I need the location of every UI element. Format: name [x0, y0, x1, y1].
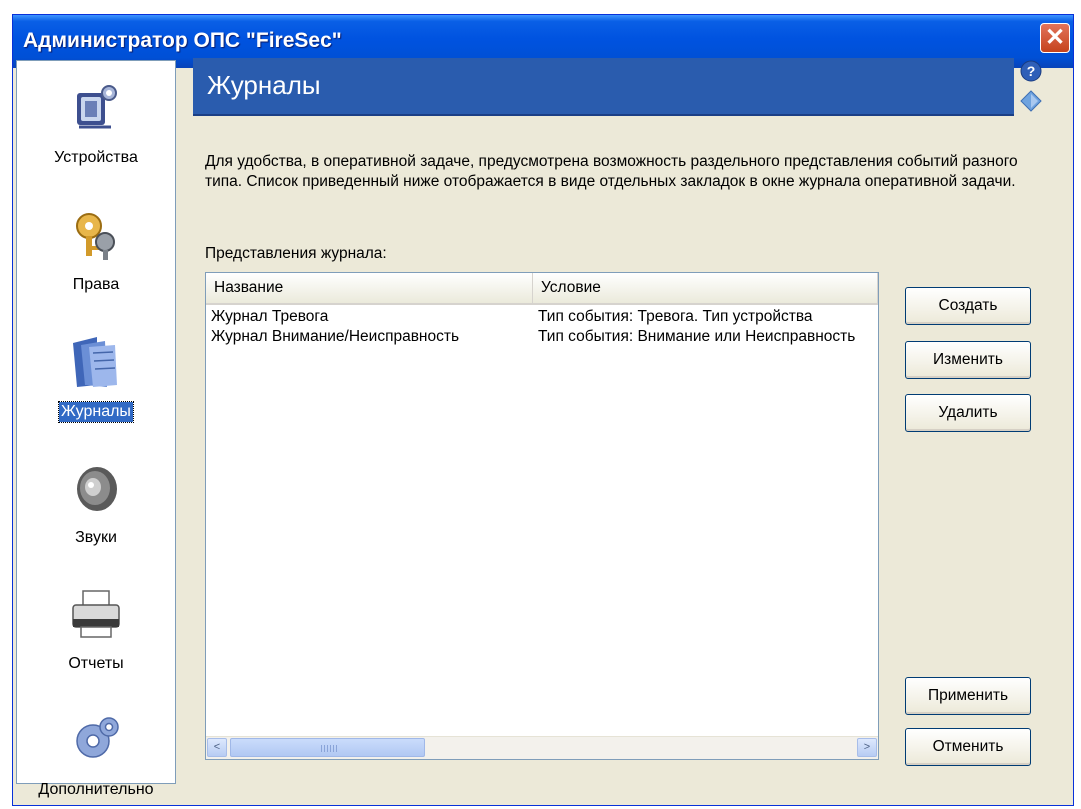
- devices-icon: [77, 85, 117, 129]
- sidebar-item-journals[interactable]: Журналы: [17, 333, 175, 423]
- column-header-name[interactable]: Название: [206, 273, 533, 303]
- svg-text:?: ?: [1027, 63, 1036, 79]
- description-text: Для удобства, в оперативной задаче, пред…: [205, 153, 1018, 190]
- sidebar-item-label: Устройства: [54, 149, 138, 166]
- sidebar-item-label: Дополнительно: [38, 781, 154, 798]
- close-button[interactable]: ✕: [1040, 23, 1070, 53]
- gear-icon: [76, 717, 119, 758]
- scroll-thumb[interactable]: [230, 738, 425, 757]
- edit-button[interactable]: Изменить: [905, 341, 1031, 379]
- sidebar-item-advanced[interactable]: Дополнительно: [17, 711, 175, 800]
- list-label: Представления журнала:: [205, 245, 387, 262]
- scroll-grip: [321, 745, 337, 752]
- sidebar-item-label: Звуки: [75, 529, 117, 546]
- journal-list[interactable]: Название Условие Журнал Тревога Тип собы…: [205, 272, 879, 760]
- apply-button[interactable]: Применить: [905, 677, 1031, 715]
- sidebar-item-reports[interactable]: Отчеты: [17, 585, 175, 674]
- printer-icon: [72, 590, 120, 638]
- help-icon[interactable]: ?: [1020, 60, 1042, 82]
- sidebar-item-label: Журналы: [58, 401, 134, 423]
- keys-icon: [76, 213, 115, 260]
- create-button[interactable]: Создать: [905, 287, 1031, 325]
- row-name: Журнал Внимание/Неисправность: [211, 328, 460, 345]
- list-header: Название Условие: [206, 273, 878, 305]
- scroll-right-button[interactable]: >: [857, 738, 877, 757]
- page-header: Журналы: [193, 58, 1014, 116]
- sidebar-item-label: Отчеты: [68, 655, 124, 672]
- sidebar-item-sounds[interactable]: Звуки: [17, 459, 175, 548]
- row-name: Журнал Тревога: [211, 308, 329, 325]
- sidebar-item-devices[interactable]: Устройства: [17, 79, 175, 168]
- horizontal-scrollbar[interactable]: < >: [206, 736, 878, 759]
- cancel-button[interactable]: Отменить: [905, 728, 1031, 766]
- sidebar-item-label: Права: [72, 276, 120, 293]
- diamond-icon[interactable]: [1020, 90, 1042, 112]
- journals-icon: [73, 337, 117, 387]
- row-condition: Тип события: Тревога. Тип устройства: [538, 308, 813, 325]
- scroll-left-button[interactable]: <: [207, 738, 227, 757]
- speaker-icon: [77, 467, 117, 511]
- sidebar-item-rights[interactable]: Права: [17, 206, 175, 295]
- delete-button[interactable]: Удалить: [905, 394, 1031, 432]
- window-title: Администратор ОПС "FireSec": [23, 29, 342, 52]
- row-condition: Тип события: Внимание или Неисправность: [538, 328, 856, 345]
- column-header-condition[interactable]: Условие: [533, 273, 878, 303]
- sidebar: Устройства Права Журналы Звуки Отчеты До…: [16, 60, 176, 798]
- page-title: Журналы: [207, 70, 321, 100]
